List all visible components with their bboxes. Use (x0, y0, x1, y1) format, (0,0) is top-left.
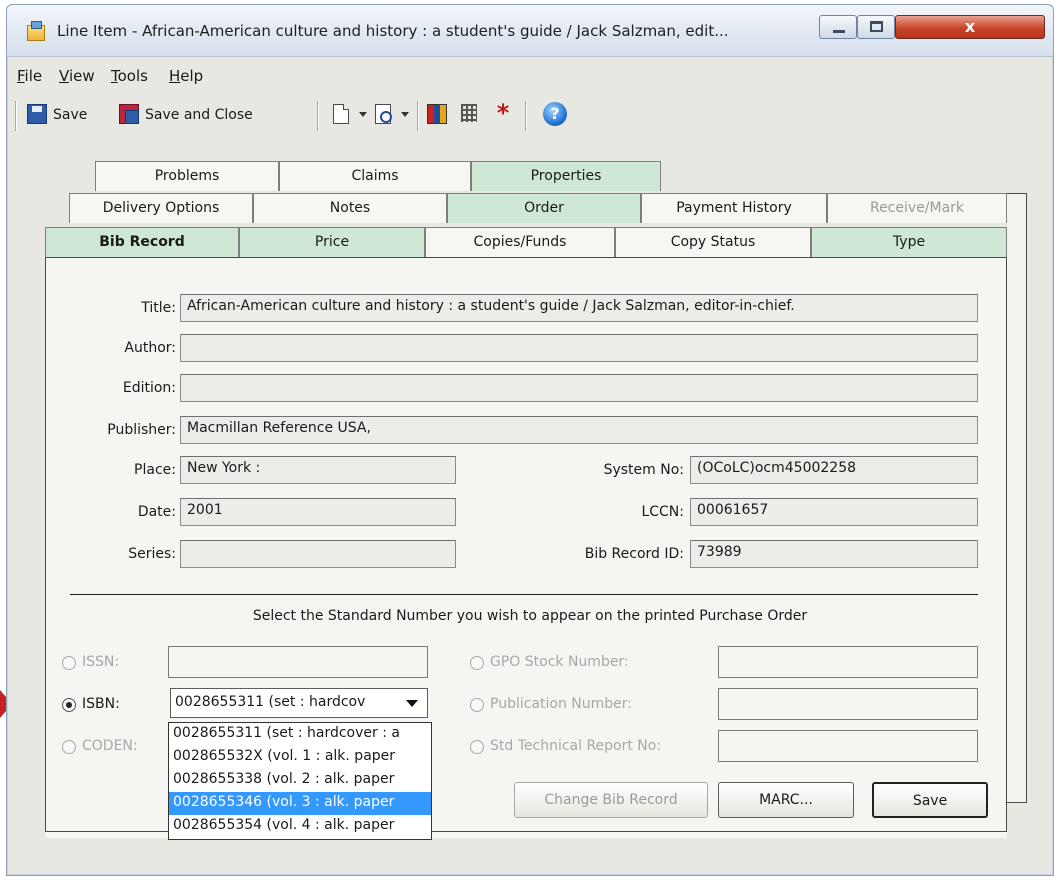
grid-icon[interactable] (461, 104, 477, 122)
system-no-label: System No: (603, 462, 684, 478)
publication-number-label: Publication Number: (490, 696, 632, 712)
system-no-field[interactable]: (OCoLC)ocm45002258 (690, 456, 978, 484)
save-and-close-button[interactable]: Save and Close (145, 107, 253, 123)
isbn-option-selected[interactable]: 0028655346 (vol. 3 : alk. paper (169, 792, 431, 815)
toolbar-separator (417, 101, 419, 131)
tab-problems[interactable]: Problems (95, 161, 279, 191)
tab-bib-record[interactable]: Bib Record (45, 227, 239, 257)
tab-payment-history[interactable]: Payment History (641, 193, 827, 223)
isbn-option[interactable]: 0028655354 (vol. 4 : alk. paper (169, 815, 431, 838)
maximize-button[interactable] (857, 15, 895, 39)
minimize-button[interactable] (819, 15, 857, 39)
lccn-label: LCCN: (641, 504, 684, 520)
toolbar-separator (317, 101, 319, 131)
title-field[interactable]: African-American culture and history : a… (180, 294, 978, 322)
print-preview-icon[interactable] (375, 104, 392, 124)
close-icon: x (964, 17, 976, 36)
edition-label: Edition: (122, 380, 176, 396)
tab-type[interactable]: Type (811, 227, 1007, 257)
std-technical-report-label: Std Technical Report No: (490, 738, 662, 754)
tab-price[interactable]: Price (239, 227, 425, 257)
toolbar-grip (15, 101, 17, 131)
menu-tools[interactable]: Tools (111, 67, 148, 85)
window-title: Line Item - African-American culture and… (57, 22, 729, 40)
publisher-field[interactable]: Macmillan Reference USA, (180, 416, 978, 444)
tab-claims[interactable]: Claims (279, 161, 471, 191)
author-label: Author: (124, 340, 176, 356)
save-and-close-icon[interactable] (119, 104, 139, 124)
title-label: Title: (141, 300, 176, 316)
lccn-field[interactable]: 00061657 (690, 498, 978, 526)
standard-number-instruction: Select the Standard Number you wish to a… (252, 608, 808, 624)
save-record-button[interactable]: Save (872, 782, 988, 818)
tab-order[interactable]: Order (447, 193, 641, 223)
tab-properties[interactable]: Properties (471, 161, 661, 191)
chevron-down-icon[interactable] (398, 691, 424, 715)
place-label: Place: (134, 462, 176, 478)
preview-dropdown-arrow[interactable] (401, 112, 409, 117)
tab-receive-mark[interactable]: Receive/Mark (827, 193, 1007, 223)
bib-record-id-label: Bib Record ID: (584, 546, 684, 562)
isbn-dropdown-list: 0028655311 (set : hardcover : a 00286553… (168, 722, 432, 840)
issn-radio[interactable] (62, 656, 76, 670)
section-divider (70, 594, 978, 595)
menu-help[interactable]: Help (169, 67, 203, 85)
menu-bar: File View Tools Help (7, 65, 1053, 89)
isbn-option[interactable]: 002865532X (vol. 1 : alk. paper (169, 746, 431, 769)
isbn-radio[interactable] (62, 698, 76, 712)
isbn-option[interactable]: 0028655338 (vol. 2 : alk. paper (169, 769, 431, 792)
issn-label: ISSN: (82, 654, 120, 670)
books-icon[interactable] (427, 104, 447, 124)
toolbar-separator (525, 101, 527, 131)
gpo-stock-label: GPO Stock Number: (490, 654, 629, 670)
save-icon[interactable] (27, 104, 47, 124)
series-field[interactable] (180, 540, 456, 568)
marc-button[interactable]: MARC... (718, 782, 854, 818)
coden-label: CODEN: (82, 738, 138, 754)
gpo-stock-field[interactable] (718, 646, 978, 678)
edition-field[interactable] (180, 374, 978, 402)
author-field[interactable] (180, 334, 978, 362)
std-technical-report-field[interactable] (718, 730, 978, 762)
tab-notes[interactable]: Notes (253, 193, 447, 223)
coden-radio[interactable] (62, 740, 76, 754)
change-bib-record-button[interactable]: Change Bib Record (514, 782, 708, 818)
menu-file[interactable]: File (17, 67, 42, 85)
menu-view[interactable]: View (59, 67, 95, 85)
title-bar[interactable]: Line Item - African-American culture and… (7, 5, 1053, 57)
isbn-select[interactable]: 0028655311 (set : hardcov (170, 688, 428, 718)
date-label: Date: (137, 504, 176, 520)
bib-record-id-field[interactable]: 73989 (690, 540, 978, 568)
asterisk-icon[interactable]: * (493, 101, 513, 125)
save-button[interactable]: Save (53, 107, 87, 123)
help-icon[interactable]: ? (543, 102, 567, 126)
tab-panel-back (1007, 193, 1027, 803)
new-dropdown-arrow[interactable] (359, 112, 367, 117)
minimize-icon (833, 30, 845, 33)
gpo-stock-radio[interactable] (470, 656, 484, 670)
new-document-icon[interactable] (333, 104, 349, 124)
place-field[interactable]: New York : (180, 456, 456, 484)
toolbar: Save Save and Close * ? (7, 99, 1053, 135)
tab-copy-status[interactable]: Copy Status (615, 227, 811, 257)
publication-number-field[interactable] (718, 688, 978, 720)
isbn-option[interactable]: 0028655311 (set : hardcover : a (169, 723, 431, 746)
publisher-label: Publisher: (107, 422, 176, 438)
app-icon (27, 21, 45, 41)
close-button[interactable]: x (895, 15, 1045, 39)
maximize-icon (870, 21, 883, 32)
tab-copies-funds[interactable]: Copies/Funds (425, 227, 615, 257)
series-label: Series: (128, 546, 176, 562)
date-field[interactable]: 2001 (180, 498, 456, 526)
isbn-label: ISBN: (82, 696, 120, 712)
tab-delivery-options[interactable]: Delivery Options (69, 193, 253, 223)
issn-field[interactable] (168, 646, 428, 678)
publication-number-radio[interactable] (470, 698, 484, 712)
std-technical-report-radio[interactable] (470, 740, 484, 754)
